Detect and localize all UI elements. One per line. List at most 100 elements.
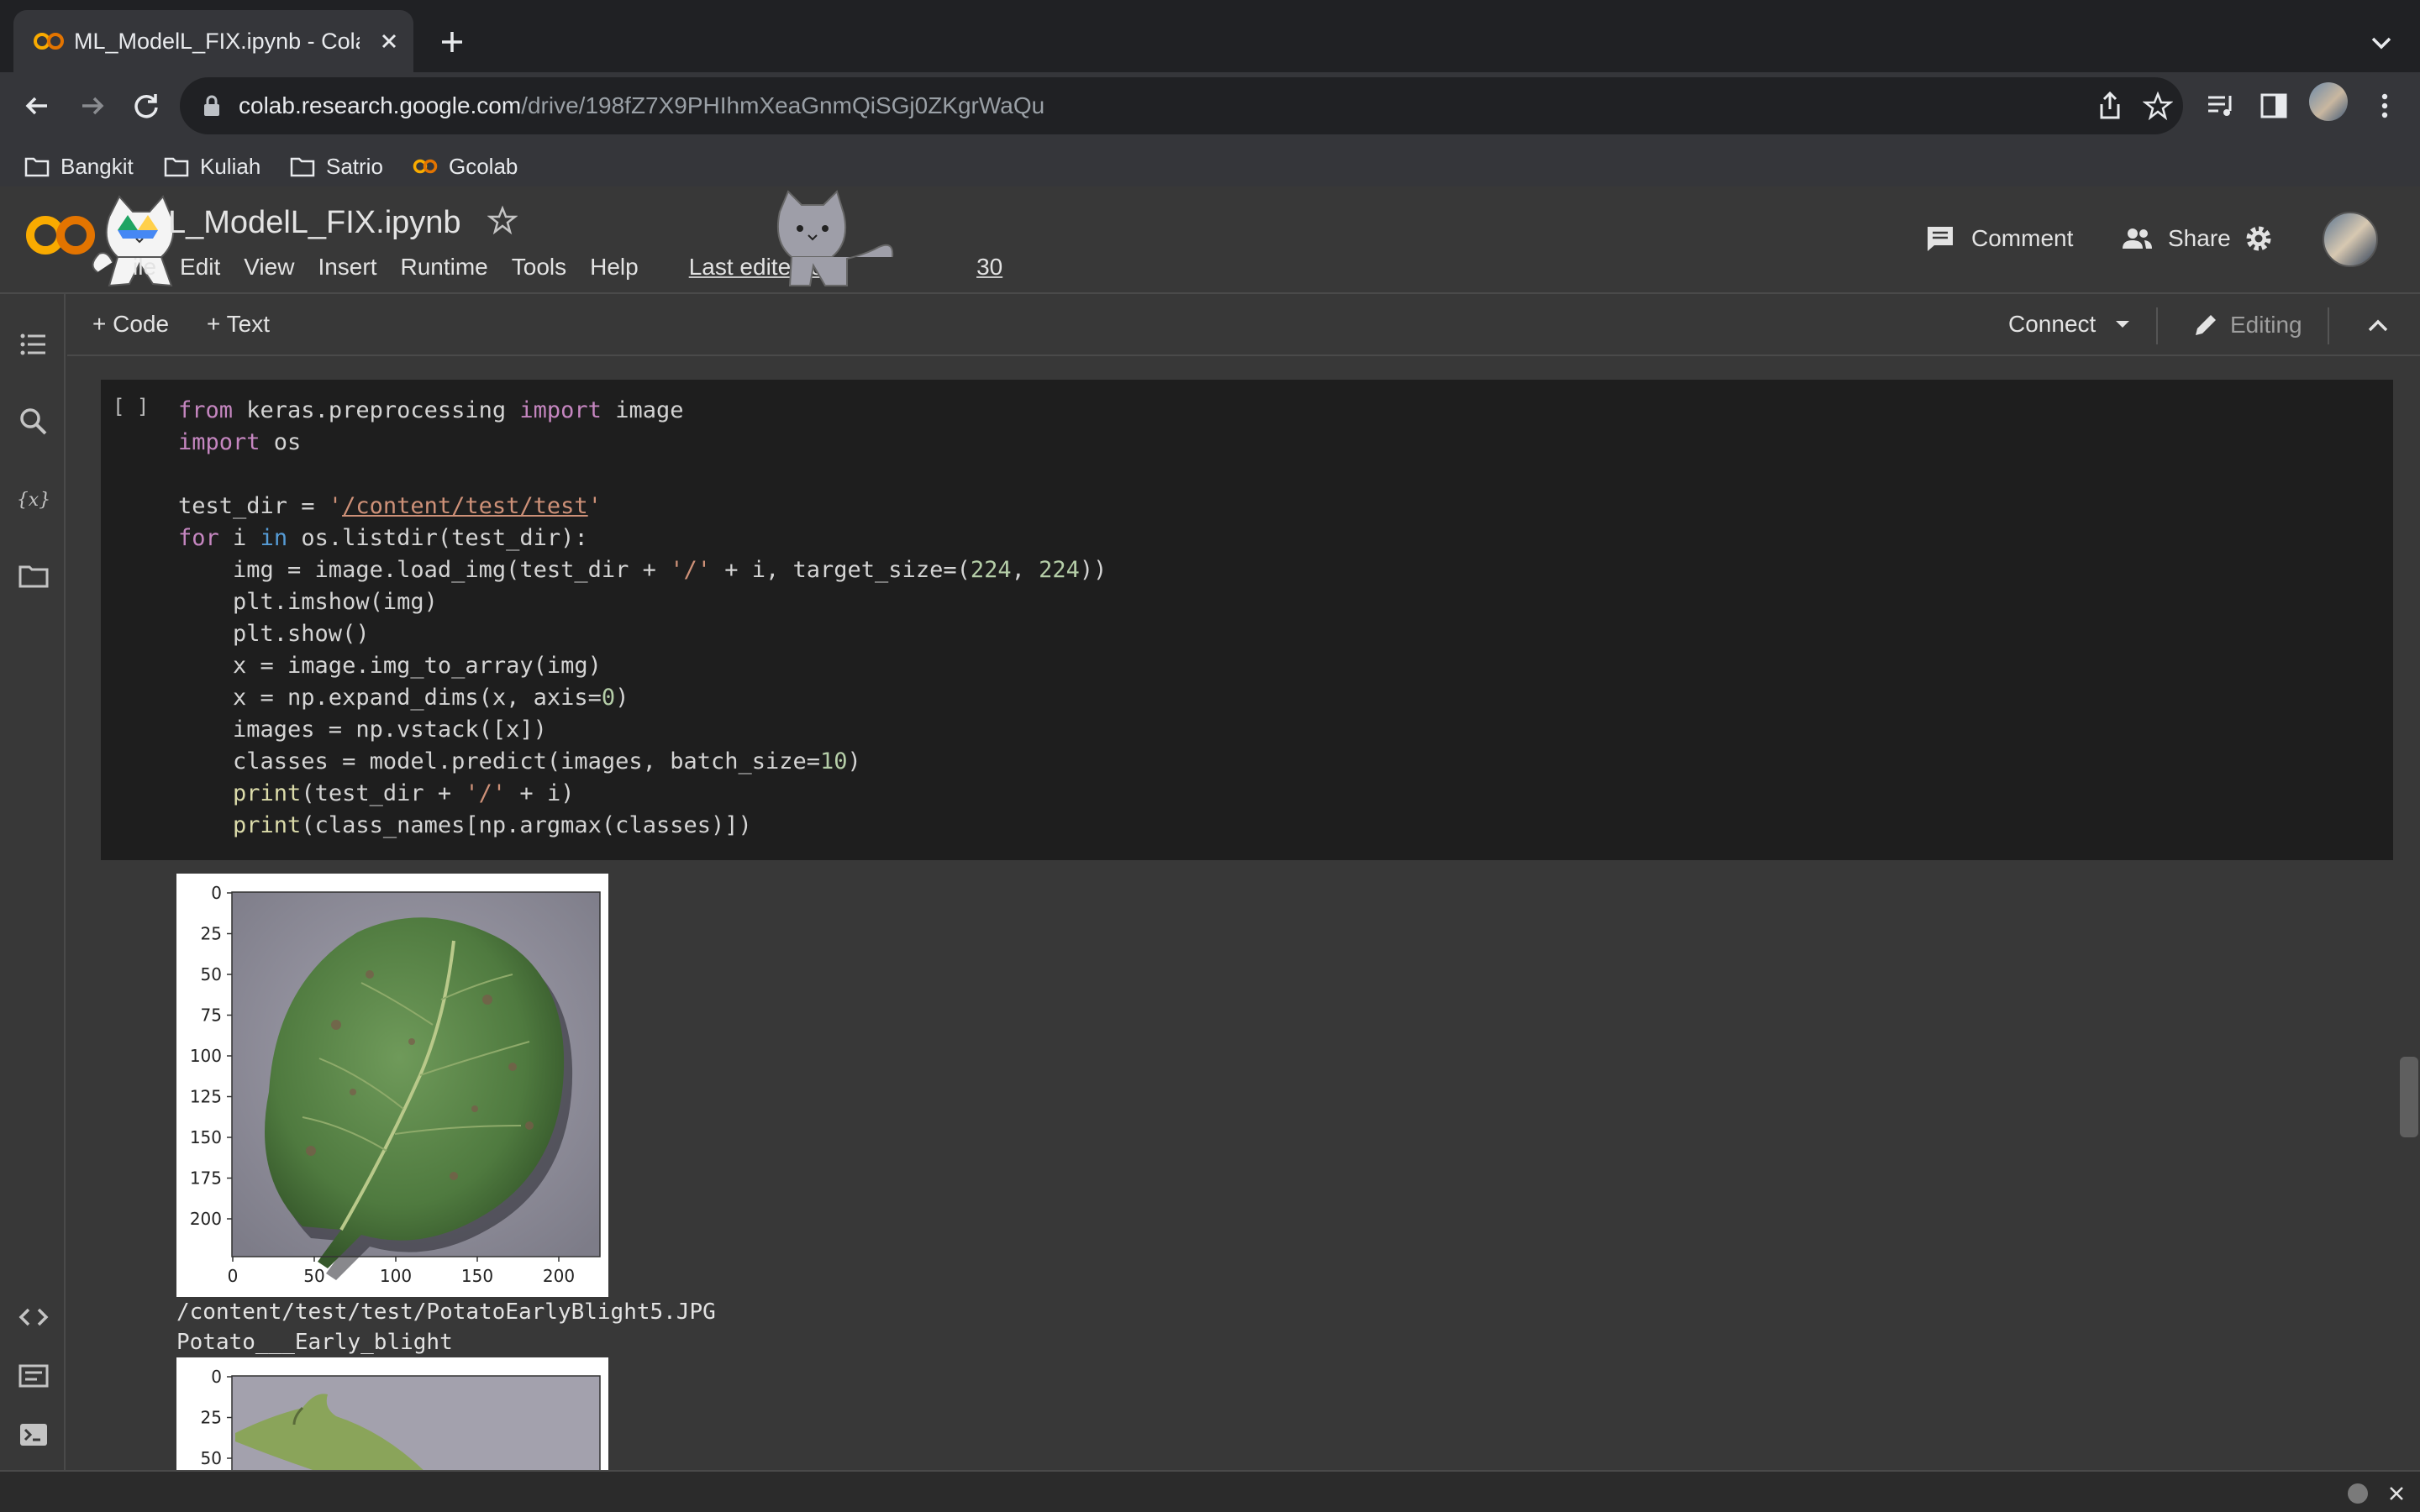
- browser-toolbar: colab.research.google.com/drive/198fZ7X9…: [0, 72, 2420, 202]
- bookmark-bangkit[interactable]: Bangkit: [24, 150, 134, 183]
- table-of-contents-icon[interactable]: [17, 328, 50, 361]
- command-palette-icon[interactable]: [17, 1359, 50, 1393]
- menu-view[interactable]: View: [244, 252, 294, 282]
- toolbar-divider: [2156, 307, 2158, 344]
- y-axis: 0 25 50 75 100 125 150 175 200: [190, 883, 232, 1229]
- files-folder-icon[interactable]: [17, 559, 50, 593]
- menu-help[interactable]: Help: [590, 252, 639, 282]
- svg-text:{x}: {x}: [17, 490, 50, 511]
- tab-title: ML_ModelL_FIX.ipynb - Colab: [74, 29, 360, 54]
- y-tick-label: 150: [190, 1127, 222, 1147]
- output-plot-image: 0 25 50: [176, 1357, 608, 1470]
- cell-output: 0 25 50 75 100 125 150 175 200 0 50 100 150 200 /con…: [176, 874, 716, 1470]
- comment-icon: [1928, 227, 1953, 251]
- add-text-cell-button[interactable]: + Text: [207, 311, 270, 338]
- bookmark-satrio[interactable]: Satrio: [289, 150, 383, 183]
- reload-icon[interactable]: [129, 89, 163, 123]
- back-arrow-icon[interactable]: [20, 89, 54, 123]
- y-axis: 0 25 50: [201, 1367, 232, 1468]
- output-class-line: Potato___Early_blight: [176, 1330, 453, 1355]
- y-tick-label: 25: [201, 1408, 222, 1428]
- menu-bar: ile Edit View Insert Runtime Tools Help …: [124, 252, 1050, 282]
- settings-gear-icon[interactable]: [2242, 222, 2275, 255]
- user-avatar[interactable]: [2323, 212, 2378, 267]
- y-tick-label: 50: [201, 964, 222, 984]
- x-tick-label: 100: [380, 1266, 412, 1286]
- colab-icon: [413, 159, 438, 174]
- leaf-plot-svg: 0 25 50: [201, 1367, 601, 1470]
- search-icon[interactable]: [17, 405, 50, 438]
- variables-icon[interactable]: {x}: [17, 482, 50, 516]
- colab-header: L_ModelL_FIX.ipynb ile Edit View Insert …: [0, 186, 2420, 294]
- leaf-plot-svg: 0 25 50 75 100 125 150 175 200 0 50 100 150 200: [190, 883, 601, 1286]
- lock-icon[interactable]: [202, 94, 222, 118]
- notebook-toolbar: + Code + Text Connect Editing: [67, 296, 2420, 356]
- cell-run-indicator[interactable]: [ ]: [113, 395, 149, 418]
- y-tick-label: 125: [190, 1087, 222, 1107]
- output-plot-image: 0 25 50 75 100 125 150 175 200 0 50 100 150 200: [176, 874, 608, 1297]
- folder-icon: [164, 157, 189, 177]
- code-cell[interactable]: [ ] from keras.preprocessing import imag…: [101, 380, 2393, 860]
- comment-button[interactable]: Comment: [1924, 222, 2073, 255]
- x-axis: 0 50 100 150 200: [228, 1257, 575, 1286]
- menu-runtime[interactable]: Runtime: [400, 252, 487, 282]
- x-tick-label: 150: [461, 1266, 493, 1286]
- y-tick-label: 25: [201, 924, 222, 944]
- y-tick-label: 0: [211, 1367, 222, 1387]
- bookmark-star-icon[interactable]: [2143, 91, 2173, 121]
- media-queue-icon[interactable]: [2203, 89, 2237, 123]
- folder-icon: [24, 157, 50, 177]
- bookmarks-bar: Bangkit Kuliah Satrio Gcolab: [0, 141, 2420, 192]
- toolbar-divider: [2328, 307, 2329, 344]
- menu-tools[interactable]: Tools: [512, 252, 566, 282]
- terminal-icon[interactable]: [17, 1418, 50, 1452]
- code-editor[interactable]: from keras.preprocessing import image im…: [178, 395, 1107, 842]
- profile-avatar[interactable]: [2309, 82, 2348, 121]
- status-indicator: [2348, 1483, 2368, 1504]
- y-tick-label: 0: [211, 883, 222, 903]
- collapse-header-chevron-icon[interactable]: [2365, 312, 2391, 339]
- x-tick-label: 200: [543, 1266, 575, 1286]
- new-tab-icon[interactable]: [435, 25, 469, 59]
- x-tick-label: 50: [303, 1266, 324, 1286]
- left-sidebar-rail: {x}: [0, 294, 66, 1470]
- y-tick-label: 175: [190, 1168, 222, 1189]
- folder-icon: [290, 157, 315, 177]
- star-notebook-icon[interactable]: [487, 205, 518, 235]
- header-actions: Comment Share: [1832, 186, 2420, 294]
- add-code-cell-button[interactable]: + Code: [92, 311, 169, 338]
- menu-file[interactable]: ile: [133, 252, 156, 282]
- notebook-area: [ ] from keras.preprocessing import imag…: [67, 358, 2420, 1470]
- menu-insert[interactable]: Insert: [318, 252, 376, 282]
- status-bar: [0, 1470, 2420, 1512]
- share-button[interactable]: Share: [2121, 222, 2231, 255]
- people-icon: [2123, 228, 2152, 249]
- close-status-icon[interactable]: [2386, 1483, 2407, 1504]
- forward-arrow-icon[interactable]: [76, 89, 109, 123]
- editing-mode-button[interactable]: Editing: [2191, 311, 2302, 339]
- connect-button[interactable]: Connect: [2008, 311, 2131, 338]
- dropdown-caret-icon[interactable]: [2114, 319, 2131, 329]
- y-tick-label: 75: [201, 1005, 222, 1026]
- kebab-menu-icon[interactable]: [2368, 89, 2402, 123]
- output-path-line: /content/test/test/PotatoEarlyBlight5.JP…: [176, 1299, 716, 1325]
- x-tick-label: 0: [228, 1266, 239, 1286]
- url-text: colab.research.google.com/drive/198fZ7X9…: [239, 92, 1045, 118]
- bookmark-kuliah[interactable]: Kuliah: [163, 150, 260, 183]
- browser-tab[interactable]: ML_ModelL_FIX.ipynb - Colab: [13, 10, 413, 72]
- tab-close-icon[interactable]: [376, 29, 402, 54]
- browser-tab-strip: ML_ModelL_FIX.ipynb - Colab: [0, 0, 2420, 72]
- y-tick-label: 200: [190, 1209, 222, 1229]
- notebook-title[interactable]: L_ModelL_FIX.ipynb: [168, 203, 461, 242]
- share-page-icon[interactable]: [2096, 91, 2124, 121]
- y-tick-label: 50: [201, 1448, 222, 1468]
- bookmark-gcolab[interactable]: Gcolab: [412, 150, 518, 183]
- tab-search-chevron-icon[interactable]: [2365, 29, 2398, 57]
- scrollbar-thumb[interactable]: [2400, 1057, 2418, 1137]
- y-tick-label: 100: [190, 1046, 222, 1066]
- address-bar[interactable]: colab.research.google.com/drive/198fZ7X9…: [180, 77, 2183, 134]
- pencil-icon: [2196, 315, 2216, 335]
- code-snippets-icon[interactable]: [17, 1300, 50, 1334]
- menu-edit[interactable]: Edit: [180, 252, 220, 282]
- side-panel-icon[interactable]: [2257, 89, 2291, 123]
